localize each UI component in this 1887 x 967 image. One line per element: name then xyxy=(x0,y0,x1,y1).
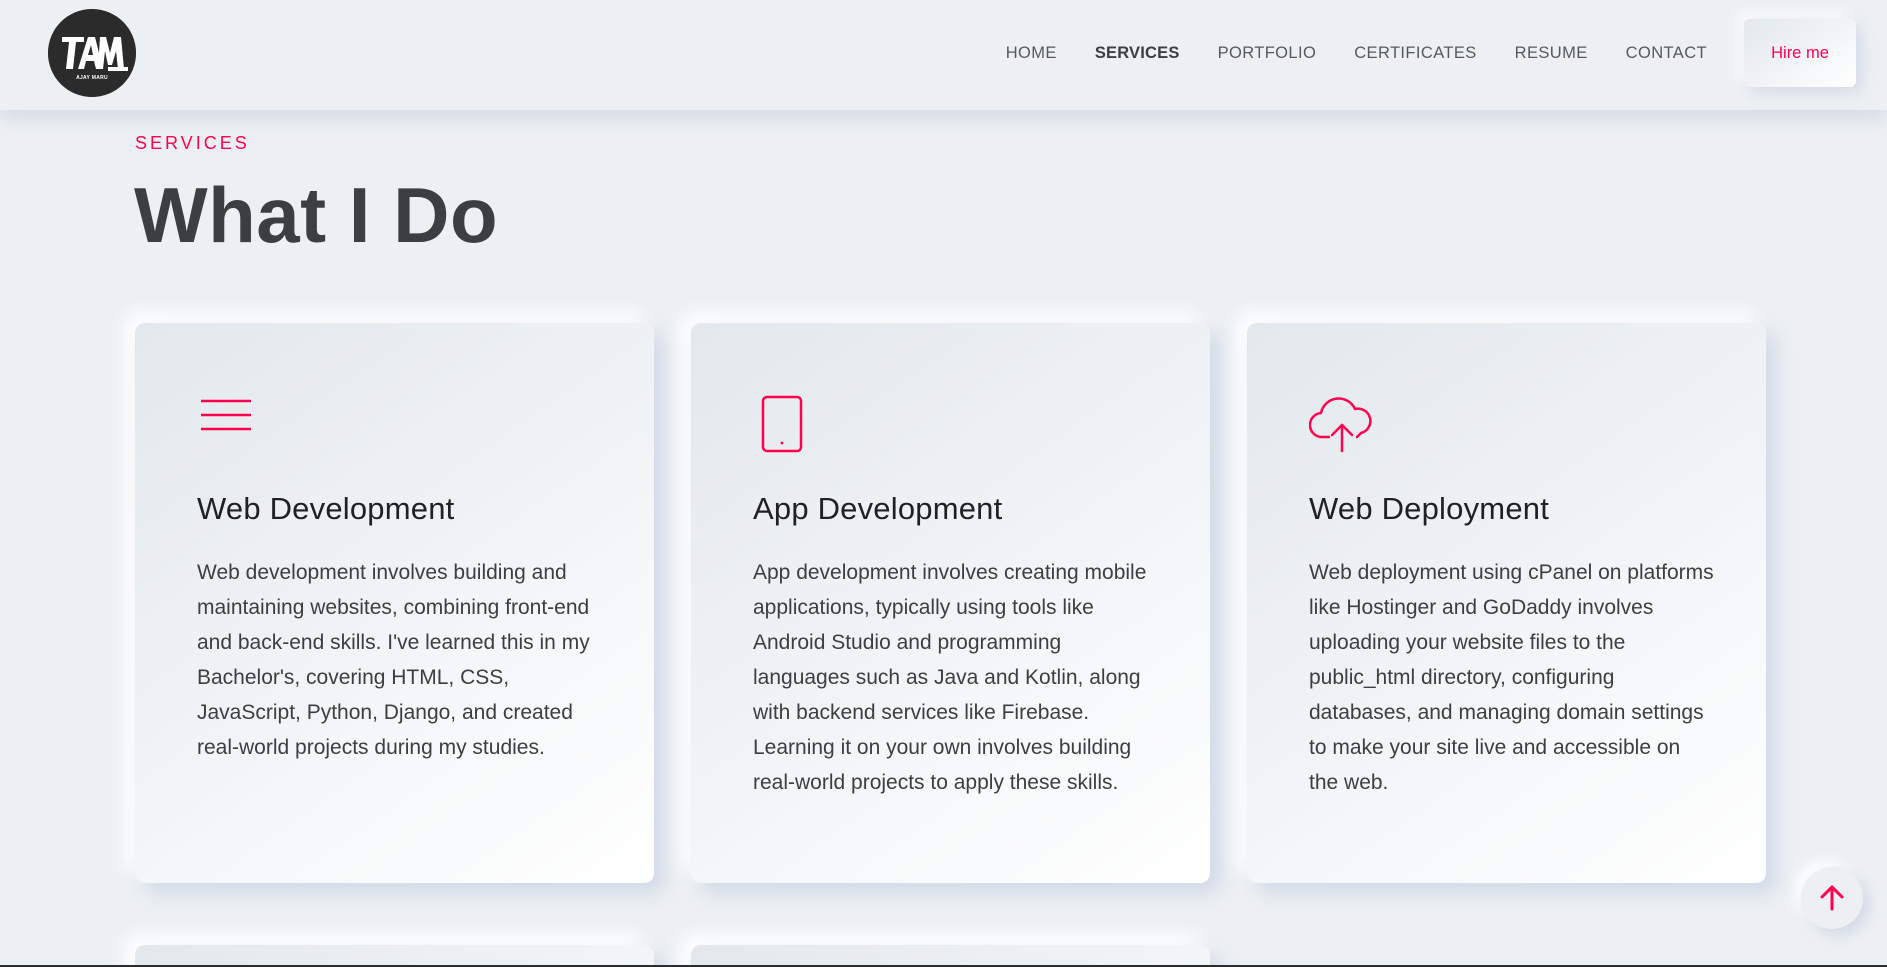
service-card-partial[interactable] xyxy=(135,945,654,967)
service-title: App Development xyxy=(753,491,1003,526)
service-card-app-development[interactable]: App Development App development involves… xyxy=(691,323,1210,883)
site-header: AJAY MARU HOME SERVICES PORTFOLIO CERTIF… xyxy=(0,0,1887,110)
service-card-partial[interactable] xyxy=(691,945,1210,967)
main-nav: HOME SERVICES PORTFOLIO CERTIFICATES RES… xyxy=(1006,0,1887,106)
nav-contact[interactable]: CONTACT xyxy=(1626,44,1707,63)
section-kicker: SERVICES xyxy=(135,133,250,153)
arrow-up-icon xyxy=(1820,885,1844,911)
nav-portfolio[interactable]: PORTFOLIO xyxy=(1218,44,1317,63)
cloud-upload-icon xyxy=(1308,393,1375,458)
logo[interactable]: AJAY MARU xyxy=(48,9,136,97)
service-title: Web Development xyxy=(197,491,455,526)
smartphone-icon xyxy=(753,393,809,458)
section-title: What I Do xyxy=(134,171,499,259)
service-card-web-deployment[interactable]: Web Deployment Web deployment using cPan… xyxy=(1247,323,1766,883)
service-title: Web Deployment xyxy=(1309,491,1550,526)
hire-me-button[interactable]: Hire me xyxy=(1744,19,1856,87)
logo-mark xyxy=(48,9,136,97)
nav-services[interactable]: SERVICES xyxy=(1095,44,1180,63)
scroll-to-top-button[interactable] xyxy=(1801,867,1863,929)
nav-certificates[interactable]: CERTIFICATES xyxy=(1354,44,1476,63)
nav-resume[interactable]: RESUME xyxy=(1515,44,1588,63)
nav-home[interactable]: HOME xyxy=(1006,44,1057,63)
service-card-web-development[interactable]: Web Development Web development involves… xyxy=(135,323,654,883)
service-description: App development involves creating mobile… xyxy=(753,561,1147,794)
menu-icon xyxy=(197,393,253,442)
service-description: Web deployment using cPanel on platforms… xyxy=(1309,561,1714,794)
service-description: Web development involves building and ma… xyxy=(197,561,590,759)
logo-subtext: AJAY MARU xyxy=(76,75,108,81)
